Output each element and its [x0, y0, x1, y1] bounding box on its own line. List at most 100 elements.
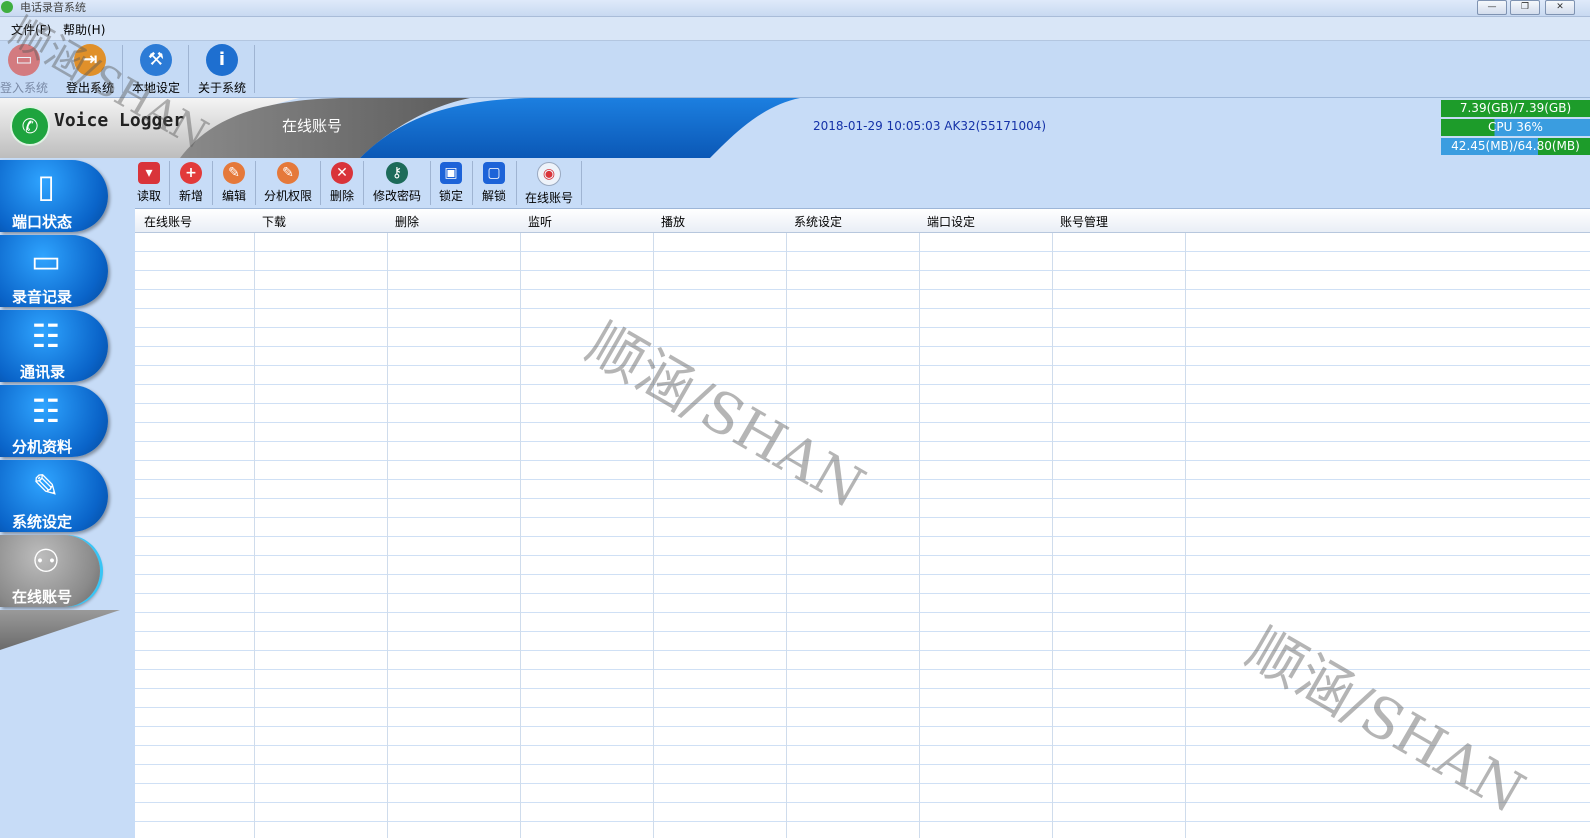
side-navigation: ▯ 端口状态 ▭ 录音记录 ☷ 通讯录 ☷ 分机资料 ✎ 系统设定 ⚇ 在线账号: [0, 158, 135, 837]
action-toolbar: ▾ 读取 + 新增 ✎ 编辑 ✎ 分机权限 ✕ 删除 ⚷ 修改密码 ▣ 锁定 ▢…: [135, 158, 1590, 206]
info-icon: i: [206, 44, 238, 76]
cpu-usage: CPU 36%: [1441, 119, 1590, 136]
column-header-monitor[interactable]: 监听: [528, 213, 552, 230]
lock-button[interactable]: ▣ 锁定: [437, 162, 465, 206]
add-button[interactable]: + 新增: [175, 162, 207, 206]
nav-label: 录音记录: [12, 288, 73, 306]
delete-button[interactable]: ✕ 删除: [327, 162, 357, 206]
toolbar-separator: [254, 45, 255, 93]
change-password-label: 修改密码: [372, 189, 421, 203]
title-bar: 电话录音系统 — ❐ ✕: [0, 0, 1590, 17]
extension-info-icon: ☷: [31, 392, 61, 430]
read-icon: ▾: [138, 162, 160, 184]
column-divider: [520, 209, 521, 838]
minimize-button[interactable]: —: [1477, 0, 1507, 15]
column-header-delete[interactable]: 删除: [395, 213, 419, 230]
menu-bar: 文件(F) 帮助(H): [0, 17, 1590, 41]
logo-text: Voice Logger: [54, 110, 185, 131]
about-label: 关于系统: [197, 81, 246, 95]
nav-label: 分机资料: [12, 438, 73, 456]
restore-button[interactable]: ❐: [1510, 0, 1540, 15]
menu-help[interactable]: 帮助(H): [63, 21, 105, 38]
add-label: 新增: [178, 189, 203, 203]
menu-file[interactable]: 文件(F): [11, 21, 51, 38]
extension-permission-button[interactable]: ✎ 分机权限: [262, 162, 314, 206]
nav-online-accounts[interactable]: ⚇ 在线账号: [0, 535, 100, 607]
tools-icon: ⚒: [140, 44, 172, 76]
toolbar-separator: [581, 161, 582, 205]
online-account-button[interactable]: ◉ 在线账号: [523, 162, 575, 206]
column-header-online-account[interactable]: 在线账号: [144, 213, 192, 230]
login-button[interactable]: ▭ 登入系统: [0, 41, 48, 96]
read-button[interactable]: ▾ 读取: [135, 162, 163, 206]
extension-permission-icon: ✎: [277, 162, 299, 184]
column-header-port-settings[interactable]: 端口设定: [927, 213, 975, 230]
column-divider: [1052, 209, 1053, 838]
edit-button[interactable]: ✎ 编辑: [219, 162, 249, 206]
delete-icon: ✕: [331, 162, 353, 184]
column-divider: [254, 209, 255, 838]
column-header-system-settings[interactable]: 系统设定: [794, 213, 842, 230]
column-header-account-management[interactable]: 账号管理: [1060, 213, 1108, 230]
nav-label: 端口状态: [12, 213, 73, 231]
extension-permission-label: 分机权限: [263, 189, 312, 203]
login-label: 登入系统: [0, 81, 49, 95]
online-account-icon: ◉: [537, 162, 561, 186]
delete-label: 删除: [329, 189, 354, 203]
header-banner: ✆ Voice Logger 在线账号 2018-01-29 10:05:03 …: [0, 98, 1590, 158]
tape-icon: ▭: [30, 242, 62, 280]
column-divider: [653, 209, 654, 838]
key-icon: ⚷: [386, 162, 408, 184]
online-accounts-table[interactable]: 在线账号 下载 删除 监听 播放 系统设定 端口设定 账号管理: [135, 208, 1590, 838]
app-icon: [1, 1, 13, 13]
monitor-login-icon: ▭: [8, 44, 40, 76]
wrench-icon: ✎: [32, 467, 60, 505]
toolbar-separator: [212, 161, 213, 205]
toolbar-separator: [472, 161, 473, 205]
table-header: 在线账号 下载 删除 监听 播放 系统设定 端口设定 账号管理: [135, 209, 1590, 233]
nav-port-status[interactable]: ▯ 端口状态: [0, 160, 108, 232]
nav-label: 在线账号: [12, 588, 73, 606]
logout-button[interactable]: ⇥ 登出系统: [64, 41, 116, 96]
close-button[interactable]: ✕: [1545, 0, 1575, 15]
nav-label: 系统设定: [12, 513, 73, 531]
nav-label: 通讯录: [20, 363, 66, 381]
lock-icon: ▣: [440, 162, 462, 184]
toolbar-separator: [122, 45, 123, 93]
users-icon: ⚇: [31, 542, 61, 580]
add-icon: +: [180, 162, 202, 184]
nav-decoration: [0, 610, 120, 650]
section-title: 在线账号: [282, 117, 343, 135]
column-header-download[interactable]: 下载: [262, 213, 286, 230]
nav-extension-info[interactable]: ☷ 分机资料: [0, 385, 108, 457]
datetime: 2018-01-29 10:05:03: [813, 119, 941, 133]
phone-logo-icon: ✆: [10, 106, 50, 146]
datetime-account: 2018-01-29 10:05:03 AK32(55171004): [813, 119, 1046, 133]
nav-contacts[interactable]: ☷ 通讯录: [0, 310, 108, 382]
port-status-icon: ▯: [37, 167, 55, 205]
account-id: AK32(55171004): [944, 119, 1047, 133]
column-divider: [919, 209, 920, 838]
nav-system-settings[interactable]: ✎ 系统设定: [0, 460, 108, 532]
toolbar-separator: [320, 161, 321, 205]
banner-swoosh: [0, 98, 800, 158]
memory-usage: 42.45(MB)/64.80(MB): [1441, 138, 1590, 155]
nav-recordings[interactable]: ▭ 录音记录: [0, 235, 108, 307]
toolbar-separator: [363, 161, 364, 205]
local-settings-button[interactable]: ⚒ 本地设定: [130, 41, 182, 96]
lock-label: 锁定: [438, 189, 463, 203]
unlock-icon: ▢: [483, 162, 505, 184]
toolbar-separator: [188, 45, 189, 93]
online-account-label: 在线账号: [524, 191, 573, 205]
read-label: 读取: [136, 189, 161, 203]
toolbar-separator: [255, 161, 256, 205]
column-header-play[interactable]: 播放: [661, 213, 685, 230]
change-password-button[interactable]: ⚷ 修改密码: [371, 162, 423, 206]
disk-usage: 7.39(GB)/7.39(GB): [1441, 100, 1590, 117]
logout-icon: ⇥: [74, 44, 106, 76]
column-divider: [786, 209, 787, 838]
unlock-button[interactable]: ▢ 解锁: [479, 162, 509, 206]
local-settings-label: 本地设定: [131, 81, 180, 95]
about-button[interactable]: i 关于系统: [196, 41, 248, 96]
toolbar-separator: [430, 161, 431, 205]
